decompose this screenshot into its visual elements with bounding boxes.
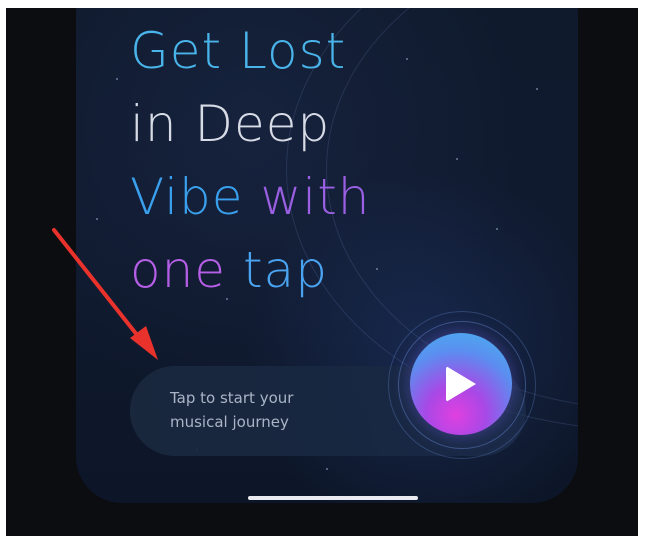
start-journey-text-line-2: musical journey [170,413,289,431]
home-indicator[interactable] [248,496,418,500]
start-journey-text-line-1: Tap to start your [170,389,294,407]
start-journey-text: Tap to start your musical journey [170,386,370,434]
star [96,218,98,220]
star [116,78,118,80]
play-button[interactable] [410,333,512,435]
headline-word-tap: tap [242,241,328,299]
screenshot: Get Lost in Deep Vibe with one tap Tap t… [0,0,648,547]
phone-screen: Get Lost in Deep Vibe with one tap Tap t… [76,8,578,503]
star [536,88,538,90]
star [376,268,378,270]
star [496,228,498,230]
headline-line-3: Vibe with [130,161,371,234]
device-frame: Get Lost in Deep Vibe with one tap Tap t… [6,8,638,536]
headline-word-vibe: Vibe [130,168,244,226]
star [456,158,458,160]
headline-word-with: with [260,168,371,226]
headline-line-2: in Deep [130,95,331,153]
star [326,468,328,470]
headline: Get Lost in Deep Vibe with one tap [130,15,371,307]
headline-word-one: one [130,241,227,299]
star [406,58,408,60]
headline-line-4: one tap [130,234,371,307]
headline-line-1: Get Lost [130,22,347,80]
play-icon [446,366,476,402]
